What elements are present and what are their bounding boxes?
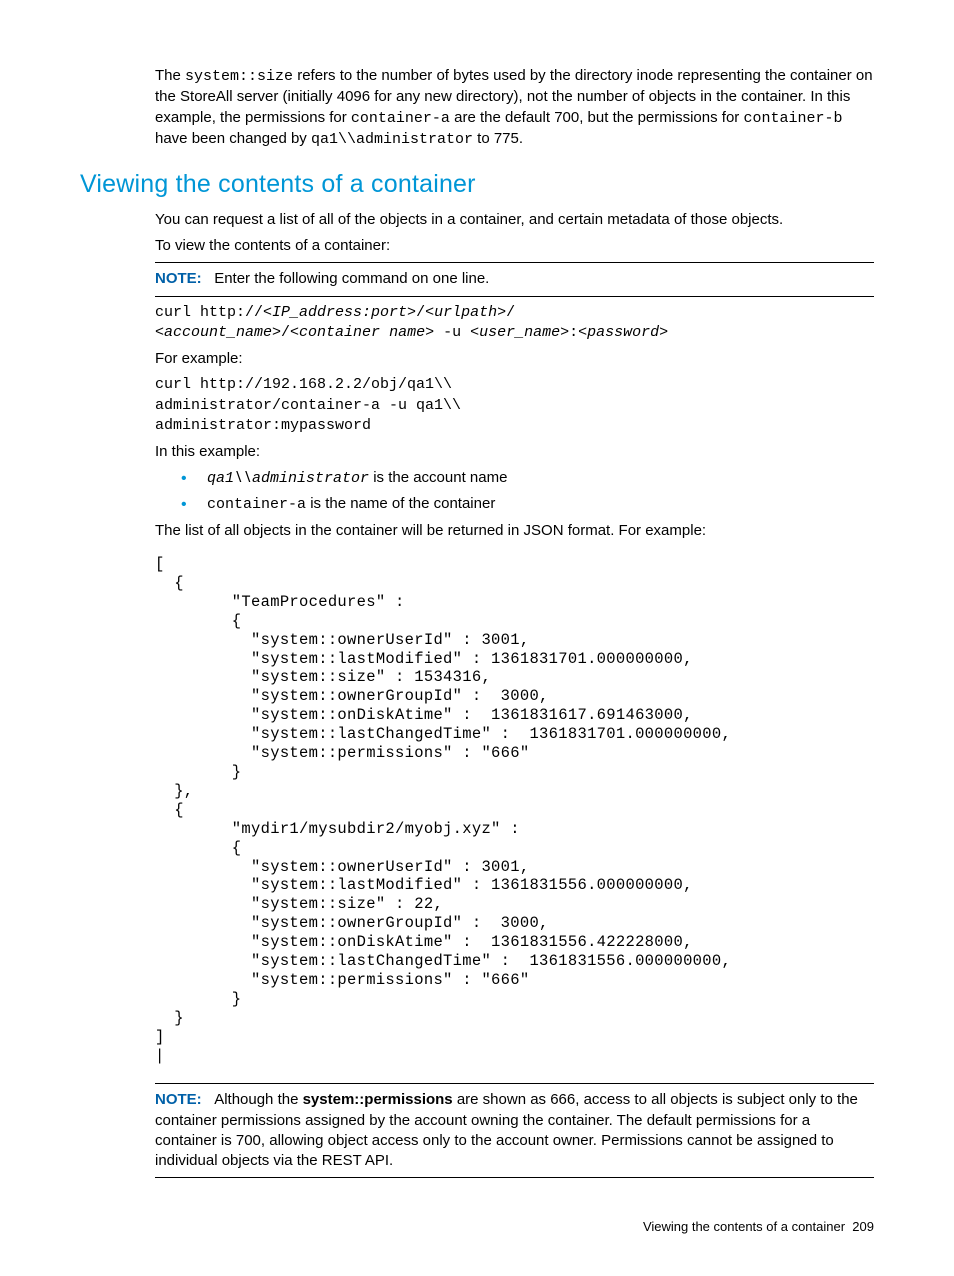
placeholder: <urlpath> [425, 304, 506, 321]
placeholder: <account_name> [155, 324, 281, 341]
text: are the default 700, but the permissions… [450, 109, 744, 126]
note-label: NOTE: [155, 1091, 202, 1108]
paragraph: You can request a list of all of the obj… [155, 210, 874, 230]
divider [155, 1083, 874, 1084]
note-block: NOTE: Although the system::permissions a… [155, 1090, 874, 1171]
text: curl http:// [155, 304, 263, 321]
text: to 775. [473, 130, 523, 147]
text: : [569, 324, 578, 341]
section-heading: Viewing the contents of a container [80, 168, 874, 202]
paragraph: For example: [155, 349, 874, 369]
placeholder: <IP_address:port> [263, 304, 416, 321]
footer-text: Viewing the contents of a container [643, 1219, 845, 1234]
code-inline: system::size [185, 68, 293, 85]
text: / [506, 304, 515, 321]
placeholder: <password> [578, 324, 668, 341]
list-item: qa1\\administrator is the account name [177, 468, 874, 489]
text: / [416, 304, 425, 321]
divider [155, 296, 874, 297]
text: is the name of the container [306, 495, 495, 512]
text: -u [434, 324, 470, 341]
command-example: curl http://192.168.2.2/obj/qa1\\ admini… [155, 375, 874, 436]
text: The [155, 67, 185, 84]
code-inline: qa1\\administrator [207, 470, 369, 487]
list-item: container-a is the name of the container [177, 494, 874, 515]
code-inline: container-a [207, 496, 306, 513]
divider [155, 1177, 874, 1178]
placeholder: <container name> [290, 324, 434, 341]
paragraph: In this example: [155, 442, 874, 462]
bullet-list: qa1\\administrator is the account name c… [177, 468, 874, 515]
code-inline: container-b [743, 110, 842, 127]
code-inline: container-a [351, 110, 450, 127]
divider [155, 262, 874, 263]
text: have been changed by [155, 130, 311, 147]
text: / [281, 324, 290, 341]
note-block: NOTE: Enter the following command on one… [155, 269, 874, 289]
page-number: 209 [852, 1219, 874, 1234]
text: is the account name [369, 469, 507, 486]
text: Although the [214, 1091, 302, 1108]
command-template: curl http://<IP_address:port>/<urlpath>/… [155, 303, 874, 344]
note-label: NOTE: [155, 270, 202, 287]
placeholder: <user_name> [470, 324, 569, 341]
bold-text: system::permissions [303, 1091, 453, 1108]
page-footer: Viewing the contents of a container 209 [80, 1218, 874, 1236]
paragraph: The list of all objects in the container… [155, 521, 874, 541]
code-inline: qa1\\administrator [311, 131, 473, 148]
note-text: Enter the following command on one line. [214, 270, 489, 287]
paragraph: To view the contents of a container: [155, 236, 874, 256]
json-output: [ { "TeamProcedures" : { "system::ownerU… [155, 555, 874, 1065]
intro-paragraph: The system::size refers to the number of… [155, 66, 874, 150]
